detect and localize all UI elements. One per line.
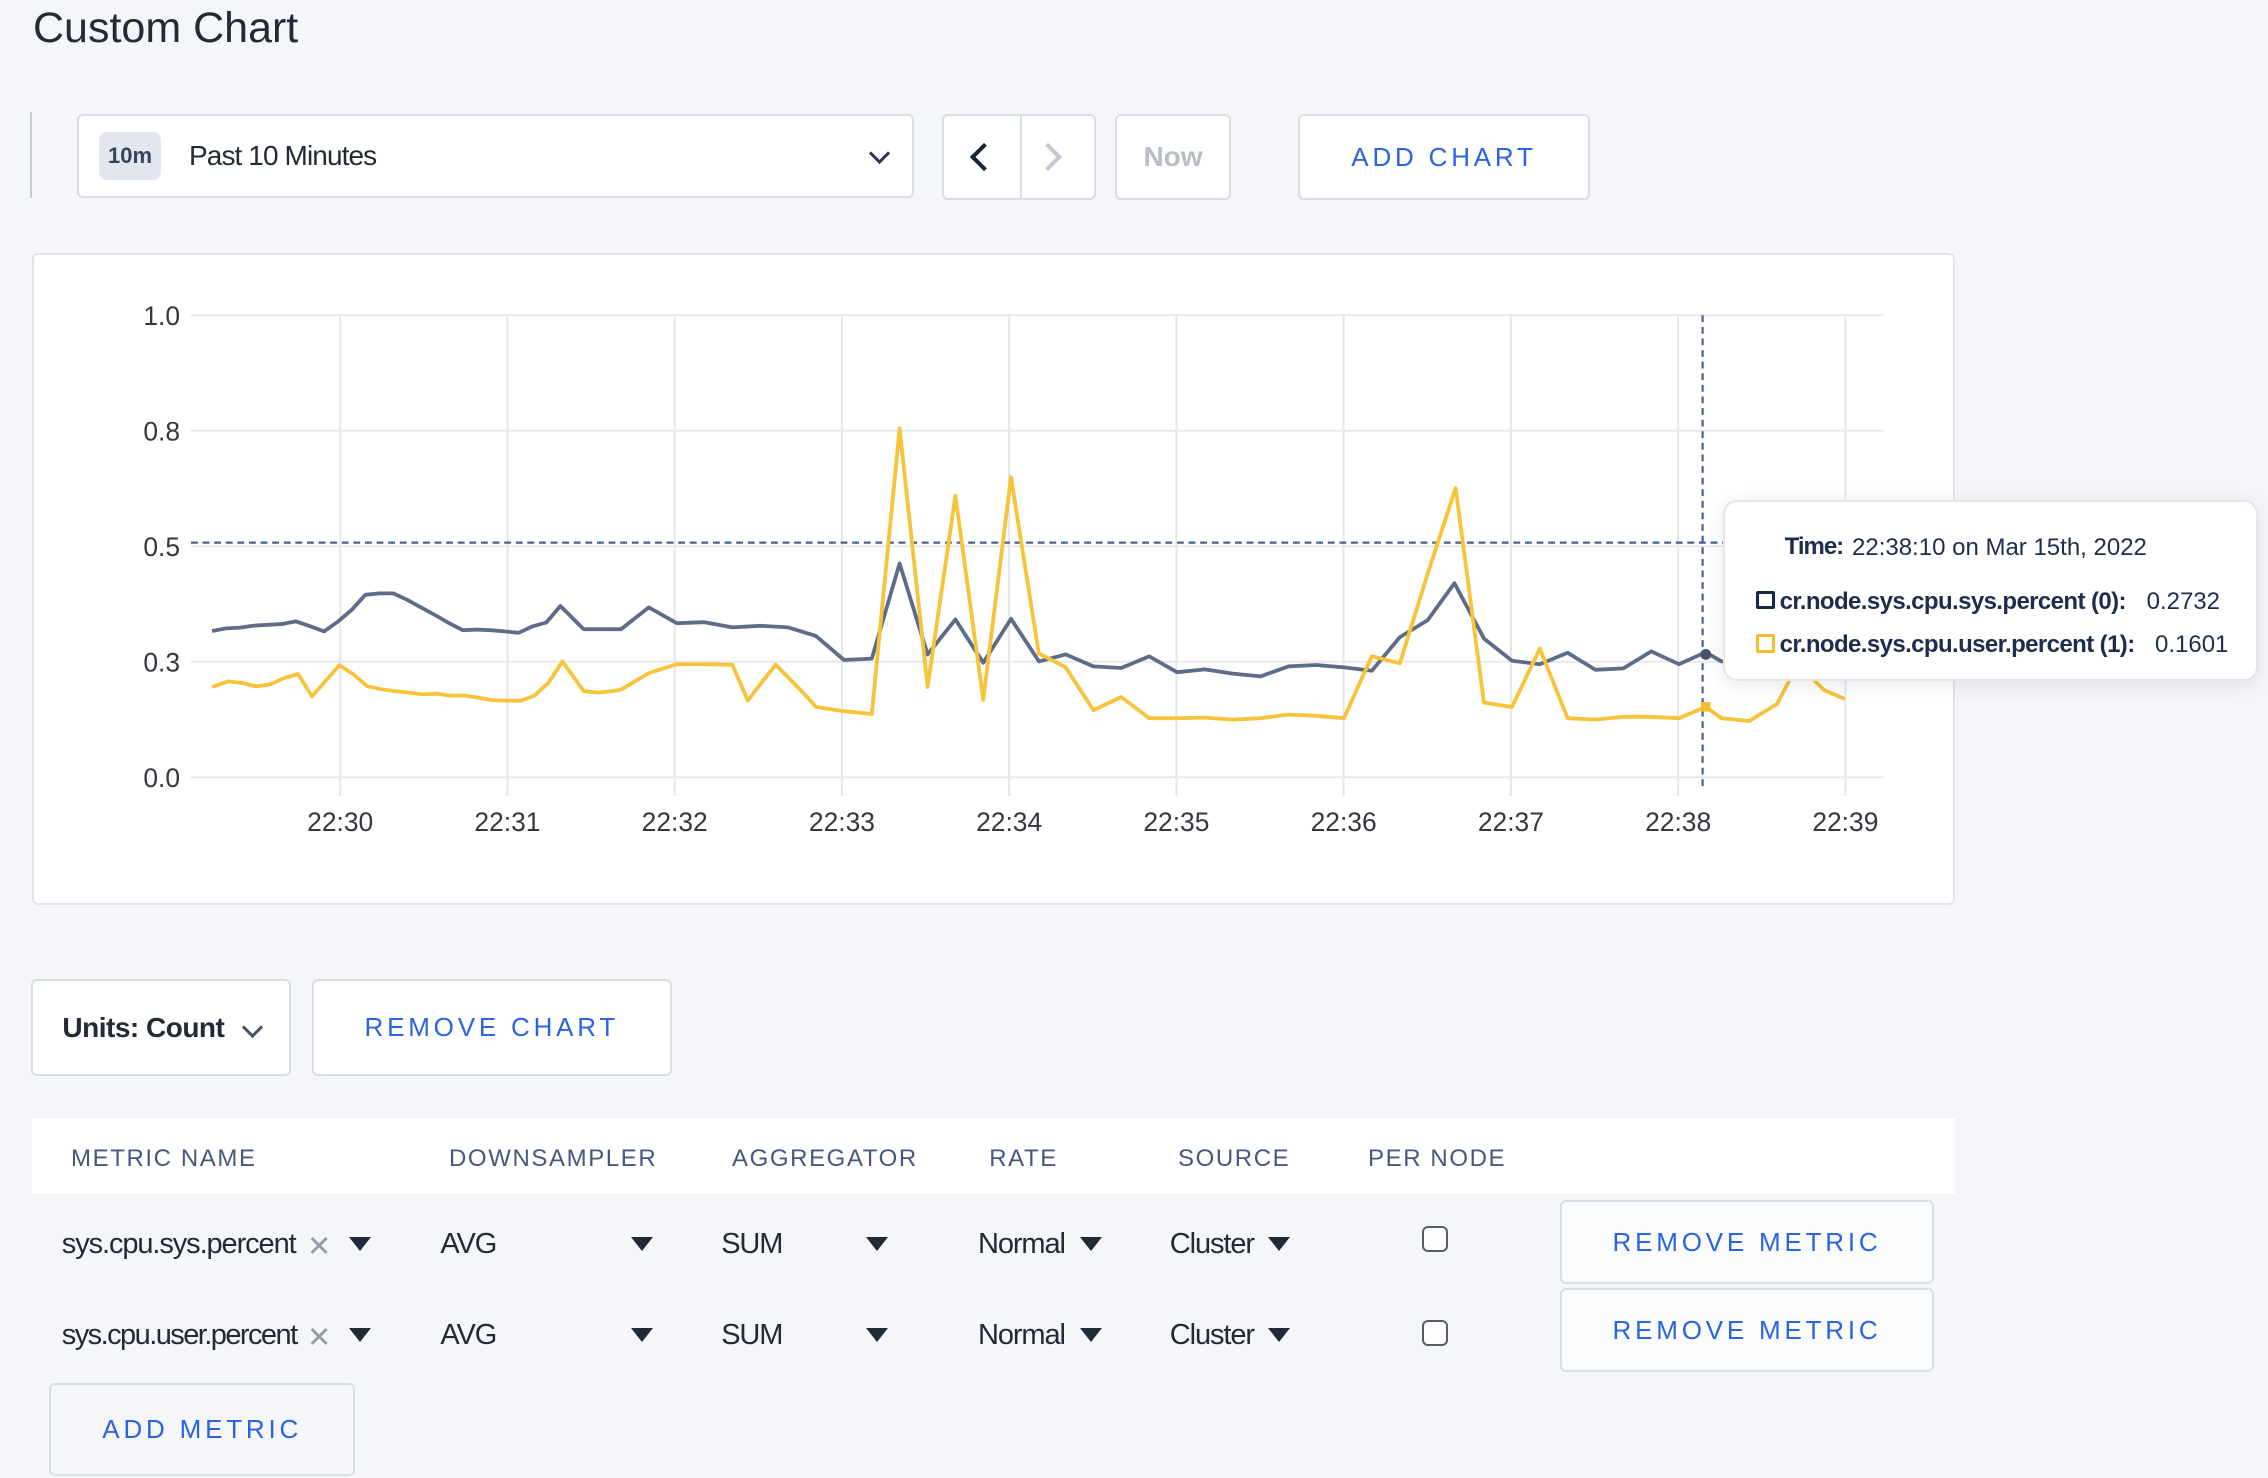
svg-text:22:37: 22:37 xyxy=(1478,807,1544,837)
svg-text:0.0: 0.0 xyxy=(143,763,180,793)
svg-text:22:32: 22:32 xyxy=(642,807,708,837)
svg-text:0.8: 0.8 xyxy=(143,416,180,446)
svg-text:22:35: 22:35 xyxy=(1143,807,1209,837)
svg-text:0.3: 0.3 xyxy=(143,647,180,677)
svg-text:1.0: 1.0 xyxy=(143,301,180,331)
svg-text:22:38: 22:38 xyxy=(1645,807,1711,837)
svg-text:22:39: 22:39 xyxy=(1812,807,1878,837)
svg-text:22:31: 22:31 xyxy=(474,807,540,837)
svg-text:22:36: 22:36 xyxy=(1311,807,1377,837)
svg-text:22:30: 22:30 xyxy=(307,807,373,837)
svg-text:22:33: 22:33 xyxy=(809,807,875,837)
svg-text:22:34: 22:34 xyxy=(976,807,1042,837)
svg-text:0.5: 0.5 xyxy=(143,532,180,562)
